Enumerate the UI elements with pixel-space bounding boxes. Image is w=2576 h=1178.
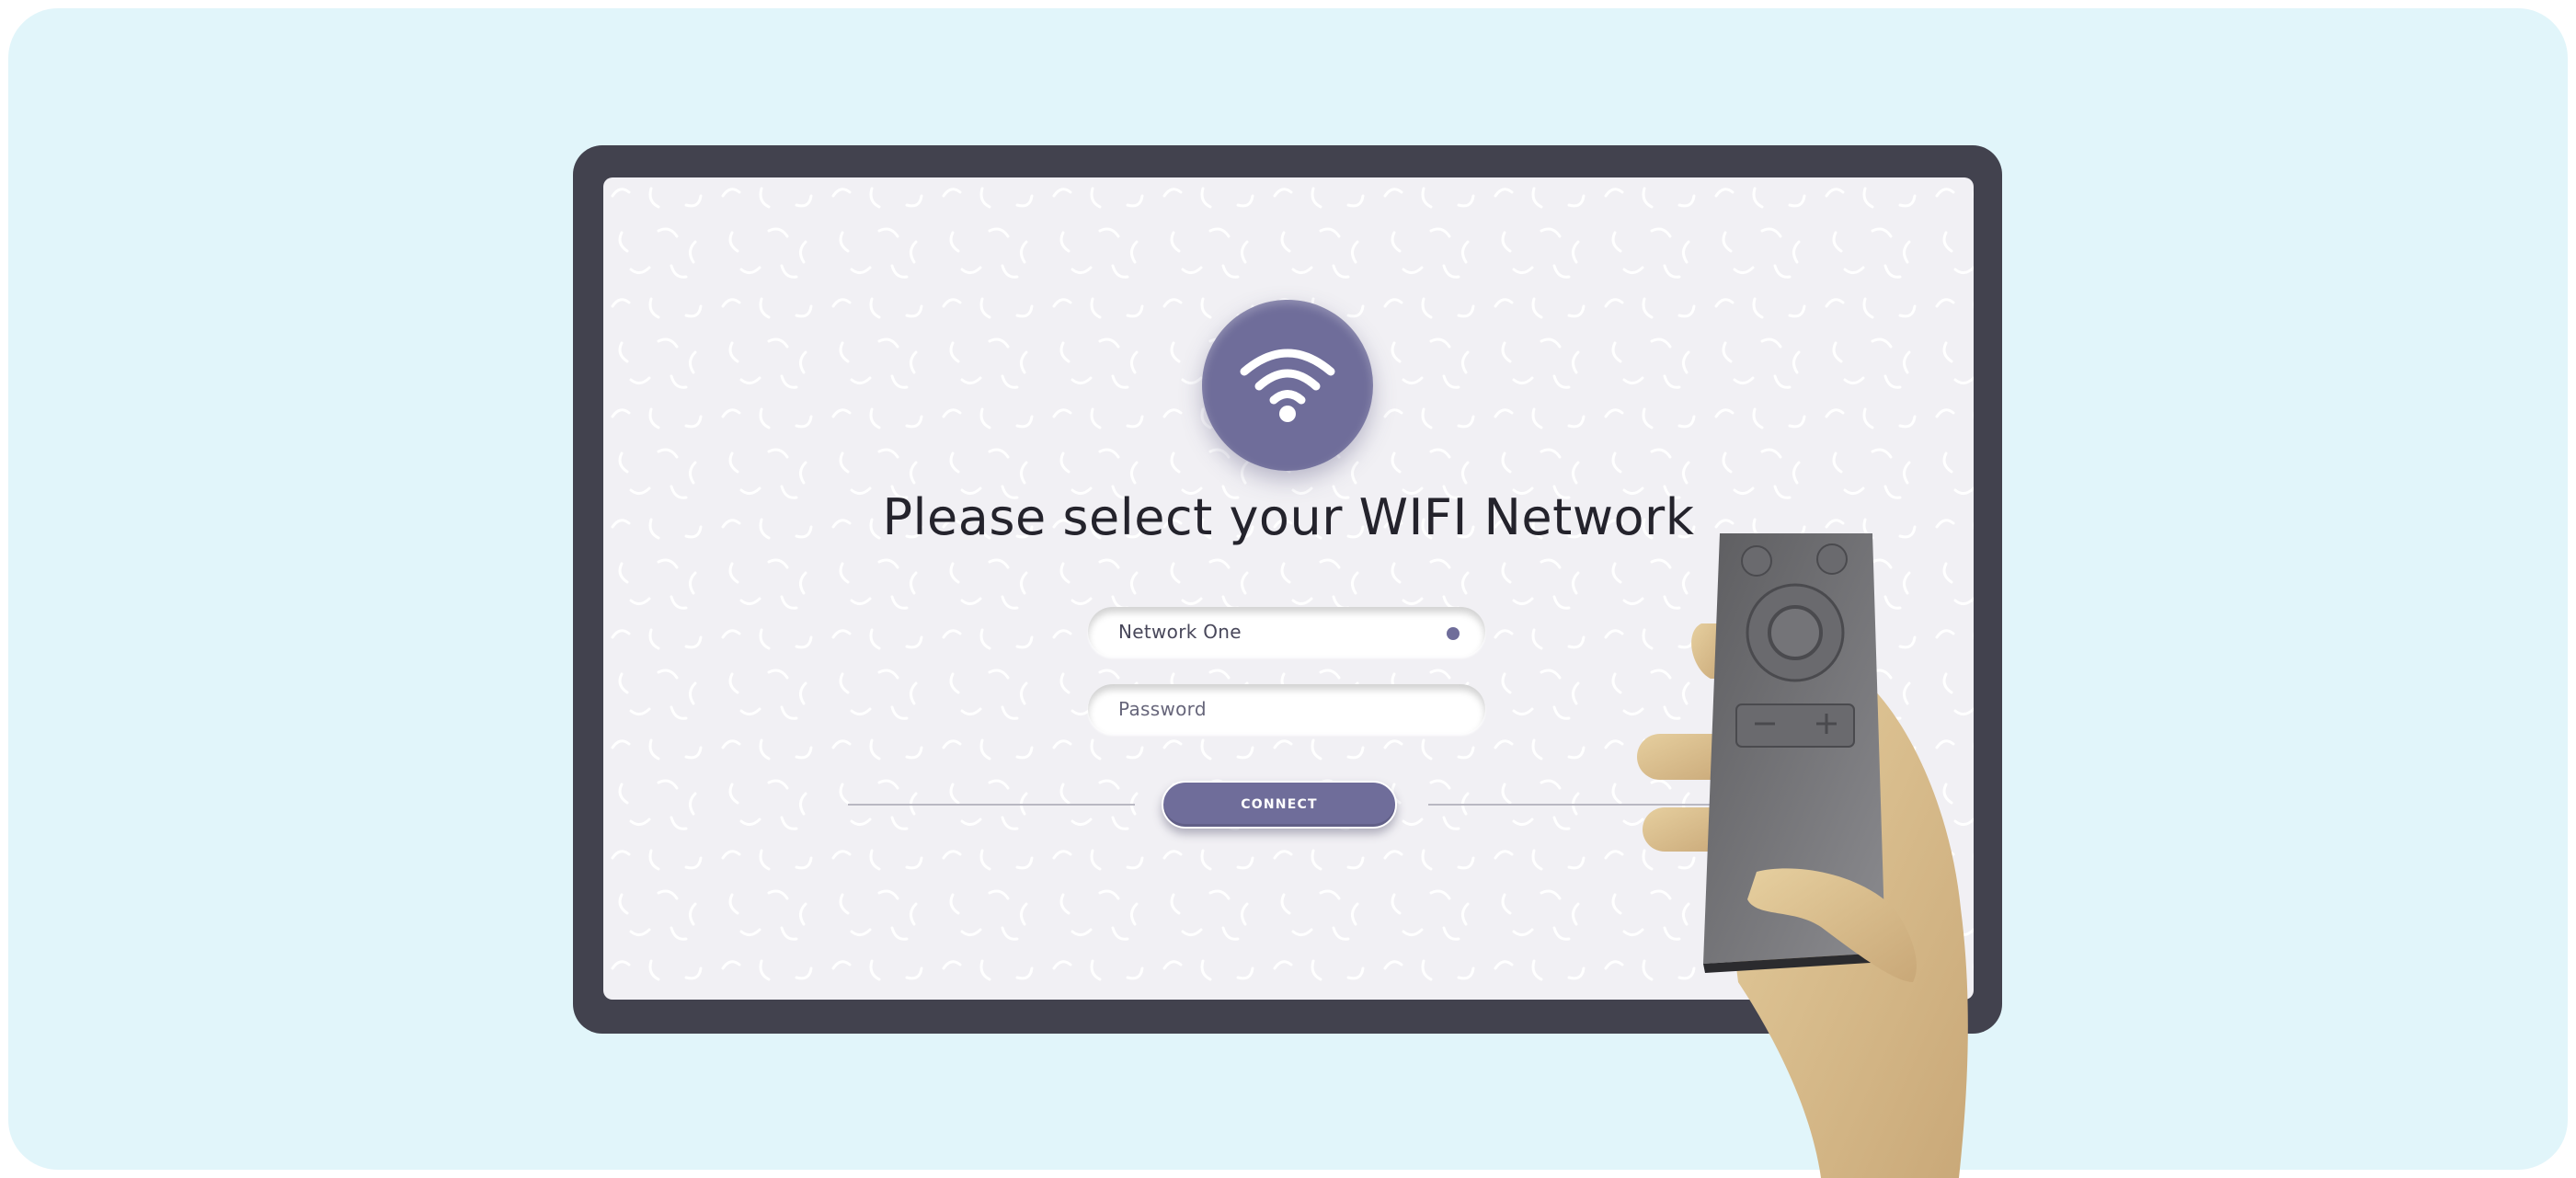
wifi-badge <box>1202 300 1373 471</box>
divider-left <box>848 804 1135 806</box>
hand-holding-remote <box>1637 533 1968 1178</box>
status-dot-icon <box>1447 627 1460 640</box>
password-field[interactable]: Password <box>1088 684 1485 734</box>
password-placeholder: Password <box>1118 698 1207 720</box>
network-select-field[interactable]: Network One <box>1088 607 1485 657</box>
wifi-icon <box>1240 349 1335 422</box>
connect-button[interactable]: CONNECT <box>1162 781 1397 829</box>
network-select-value: Network One <box>1118 621 1242 643</box>
